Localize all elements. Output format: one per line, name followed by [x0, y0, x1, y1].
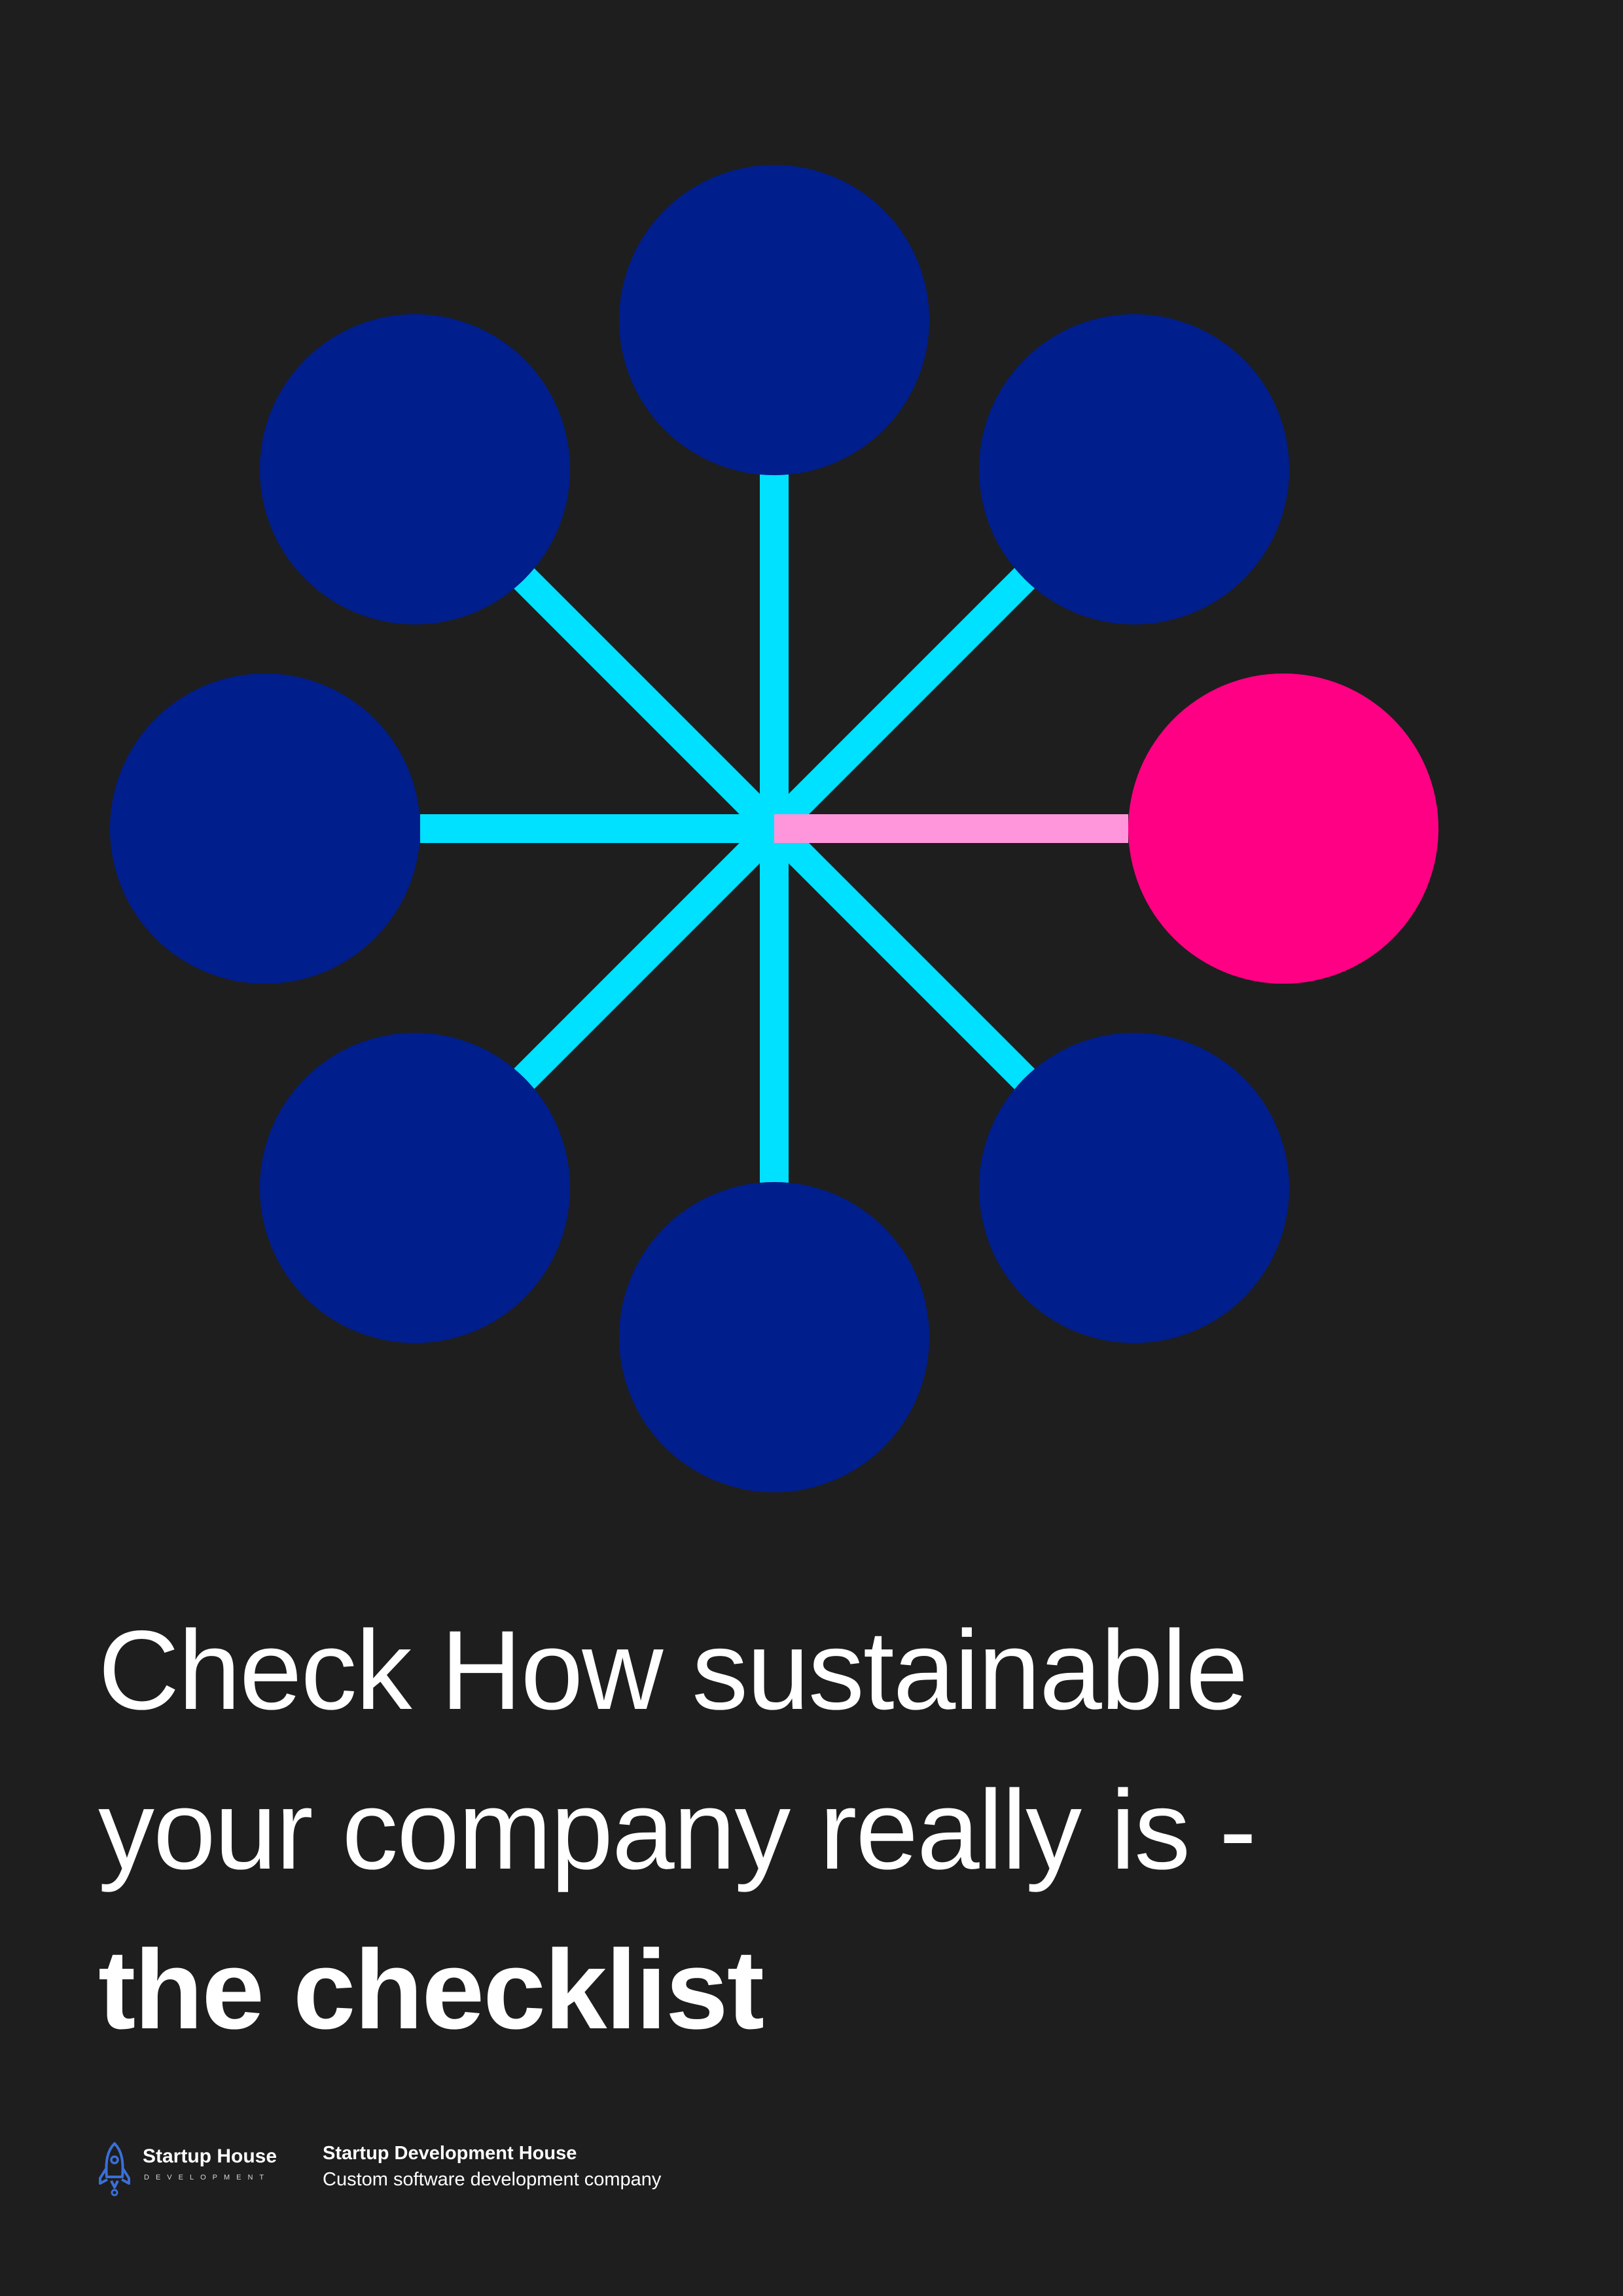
node-top: [619, 165, 929, 475]
hub-diagram: [110, 165, 1438, 1492]
node-top-right: [979, 314, 1289, 624]
company-description: Custom software development company: [323, 2169, 662, 2190]
node-right-highlight: [1128, 673, 1438, 984]
spokes: [420, 475, 1128, 1183]
spoke-top-right: [764, 567, 1035, 839]
page-title: Check How sustainable your company reall…: [98, 1590, 1538, 2070]
node-top-left: [260, 314, 570, 624]
footer: Startup House DEVELOPMENT Startup Develo…: [97, 2139, 1013, 2204]
title-line-3: the checklist: [98, 1927, 764, 2053]
title-line-1: Check How sustainable: [98, 1607, 1248, 1733]
spoke-top-left: [513, 567, 785, 839]
node-bottom-right: [979, 1033, 1289, 1343]
node-bottom-left: [260, 1033, 570, 1343]
company-info: Startup Development House Custom softwar…: [323, 2140, 912, 2193]
company-name: Startup Development House: [323, 2143, 577, 2164]
spoke-bottom-right: [764, 818, 1035, 1090]
logo-name: Startup House: [143, 2145, 277, 2167]
title-line-2: your company really is -: [98, 1767, 1257, 1893]
node-bottom: [619, 1182, 929, 1492]
node-left: [110, 673, 420, 984]
rocket-icon: [99, 2142, 130, 2197]
logo-subtitle: DEVELOPMENT: [144, 2174, 271, 2181]
spoke-bottom-left: [513, 818, 785, 1090]
